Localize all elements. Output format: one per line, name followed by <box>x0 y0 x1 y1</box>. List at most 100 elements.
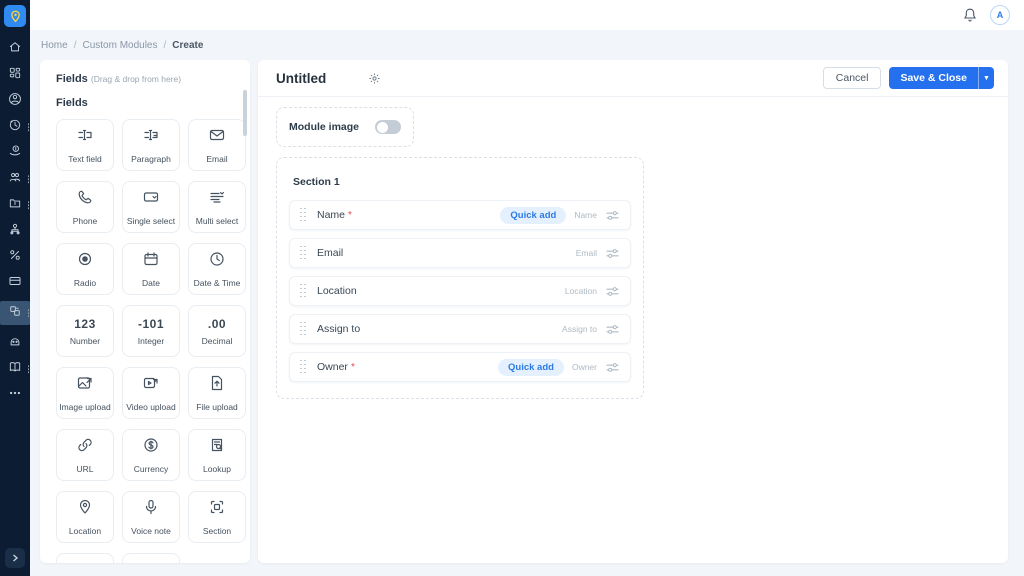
kebab-menu-icon[interactable] <box>27 309 29 317</box>
save-close-label[interactable]: Save & Close <box>889 67 978 89</box>
field-tile-url[interactable]: URL <box>56 429 114 481</box>
org-chart-icon <box>8 222 22 241</box>
breadcrumb-custom-modules[interactable]: Custom Modules <box>82 40 157 51</box>
field-tile-email[interactable]: Email <box>188 119 246 171</box>
field-tile-radio[interactable]: Radio <box>56 243 114 295</box>
field-tile-integer[interactable]: -101 Integer <box>122 305 180 357</box>
field-tile-location[interactable]: Location <box>56 491 114 543</box>
field-tile-number[interactable]: 123 Number <box>56 305 114 357</box>
user-avatar[interactable]: A <box>990 5 1010 25</box>
field-settings-sliders-icon[interactable] <box>605 361 620 374</box>
sidebar-item-bot[interactable] <box>0 335 30 351</box>
section-field-row-name[interactable]: Name * Quick add Name <box>289 200 631 230</box>
sidebar-item-billing-card[interactable] <box>0 275 30 291</box>
field-tile-multi-select[interactable]: Multi select <box>188 181 246 233</box>
breadcrumb: Home / Custom Modules / Create <box>41 40 203 51</box>
field-settings-sliders-icon[interactable] <box>605 323 620 336</box>
field-tile-phone[interactable]: Phone <box>56 181 114 233</box>
section-title: Section 1 <box>293 176 340 188</box>
sidebar-item-org-chart[interactable] <box>0 223 30 239</box>
field-tile-video-upload[interactable]: Video upload <box>122 367 180 419</box>
field-tile-voice-note[interactable]: Voice note <box>122 491 180 543</box>
team-icon <box>8 170 22 189</box>
section-dropzone: Section 1 Name * Quick add Name Email Email Lo… <box>276 157 644 399</box>
field-type-label: Name <box>574 210 597 220</box>
field-type-label: Assign to <box>562 324 597 334</box>
multi-select-icon <box>208 188 226 211</box>
sidebar-expand-button[interactable] <box>5 548 25 568</box>
sidebar-item-activity-clock[interactable] <box>0 119 30 135</box>
module-canvas: Untitled Cancel Save & Close ▼ Module im… <box>258 60 1008 563</box>
field-settings-sliders-icon[interactable] <box>605 285 620 298</box>
field-tile-lookup[interactable]: Lookup <box>188 429 246 481</box>
drag-handle-icon[interactable] <box>300 321 307 337</box>
email-icon <box>208 126 226 149</box>
field-tile-image-upload[interactable]: Image upload <box>56 367 114 419</box>
cancel-button[interactable]: Cancel <box>822 67 882 89</box>
field-settings-sliders-icon[interactable] <box>605 247 620 260</box>
field-tile-label: Image upload <box>59 402 111 412</box>
field-tile-section[interactable]: Section <box>188 491 246 543</box>
fields-group-label: Fields <box>56 97 88 109</box>
quick-add-badge[interactable]: Quick add <box>500 206 567 224</box>
sidebar-item-knowledge-book[interactable] <box>0 361 30 377</box>
drag-handle-icon[interactable] <box>300 283 307 299</box>
module-title[interactable]: Untitled <box>276 71 326 86</box>
module-settings-gear-icon[interactable] <box>368 72 381 85</box>
kebab-menu-icon[interactable] <box>27 175 29 183</box>
sidebar-item-team[interactable] <box>0 171 30 187</box>
field-row-label: Assign to <box>317 323 361 335</box>
quick-add-badge[interactable]: Quick add <box>498 358 564 376</box>
save-close-button[interactable]: Save & Close ▼ <box>889 67 994 89</box>
field-tile-partial[interactable] <box>56 553 114 563</box>
field-settings-sliders-icon[interactable] <box>605 209 620 222</box>
app-logo[interactable] <box>4 5 26 27</box>
field-tile-currency[interactable]: Currency <box>122 429 180 481</box>
field-tile-label: Single select <box>126 216 176 226</box>
field-tile-label: Location <box>68 526 102 536</box>
sidebar-item-home[interactable] <box>0 41 30 57</box>
breadcrumb-separator: / <box>73 40 77 51</box>
sidebar-item-quotes-percent[interactable] <box>0 249 30 265</box>
field-tile-label: Radio <box>73 278 97 288</box>
drag-handle-icon[interactable] <box>300 207 307 223</box>
sidebar-item-contacts[interactable] <box>0 92 30 111</box>
notifications-bell-icon[interactable] <box>962 7 978 23</box>
breadcrumb-home[interactable]: Home <box>41 40 68 51</box>
kebab-menu-icon[interactable] <box>27 123 29 131</box>
section-field-row-email[interactable]: Email Email <box>289 238 631 268</box>
section-icon <box>208 498 226 521</box>
field-tiles-grid: Text field Paragraph Email Phone Single sele… <box>56 119 246 563</box>
kebab-menu-icon[interactable] <box>27 201 29 209</box>
field-tile-text-field[interactable]: Text field <box>56 119 114 171</box>
sidebar-item-apps-grid[interactable] <box>0 67 30 83</box>
section-field-row-location[interactable]: Location Location <box>289 276 631 306</box>
field-tile-label: Voice note <box>131 526 171 536</box>
date-time-icon <box>208 250 226 273</box>
sidebar-item-more-dots[interactable] <box>0 387 30 403</box>
field-tile-date-time[interactable]: Date & Time <box>188 243 246 295</box>
field-tile-paragraph[interactable]: Paragraph <box>122 119 180 171</box>
fields-panel-scrollbar[interactable] <box>243 90 247 136</box>
single-select-icon <box>142 188 160 211</box>
field-tile-date[interactable]: Date <box>122 243 180 295</box>
canvas-header: Untitled Cancel Save & Close ▼ <box>258 60 1008 97</box>
sidebar-item-deals-coin[interactable] <box>0 144 30 161</box>
save-options-dropdown[interactable]: ▼ <box>978 67 994 89</box>
field-tile-decimal[interactable]: .00 Decimal <box>188 305 246 357</box>
contacts-icon <box>8 92 22 111</box>
module-image-toggle[interactable] <box>375 120 401 134</box>
drag-handle-icon[interactable] <box>300 245 307 261</box>
field-tile-single-select[interactable]: Single select <box>122 181 180 233</box>
location-icon <box>76 498 94 521</box>
section-field-row-assign-to[interactable]: Assign to Assign to <box>289 314 631 344</box>
chevron-right-icon <box>13 554 19 562</box>
field-tile-file-upload[interactable]: File upload <box>188 367 246 419</box>
field-tile-partial[interactable] <box>122 553 180 563</box>
section-field-row-owner[interactable]: Owner * Quick add Owner <box>289 352 631 382</box>
sidebar-item-custom-modules[interactable] <box>0 301 30 325</box>
sidebar-item-documents-folder[interactable] <box>0 197 30 213</box>
field-tile-label: Email <box>206 154 228 164</box>
drag-handle-icon[interactable] <box>300 359 307 375</box>
kebab-menu-icon[interactable] <box>27 365 29 373</box>
